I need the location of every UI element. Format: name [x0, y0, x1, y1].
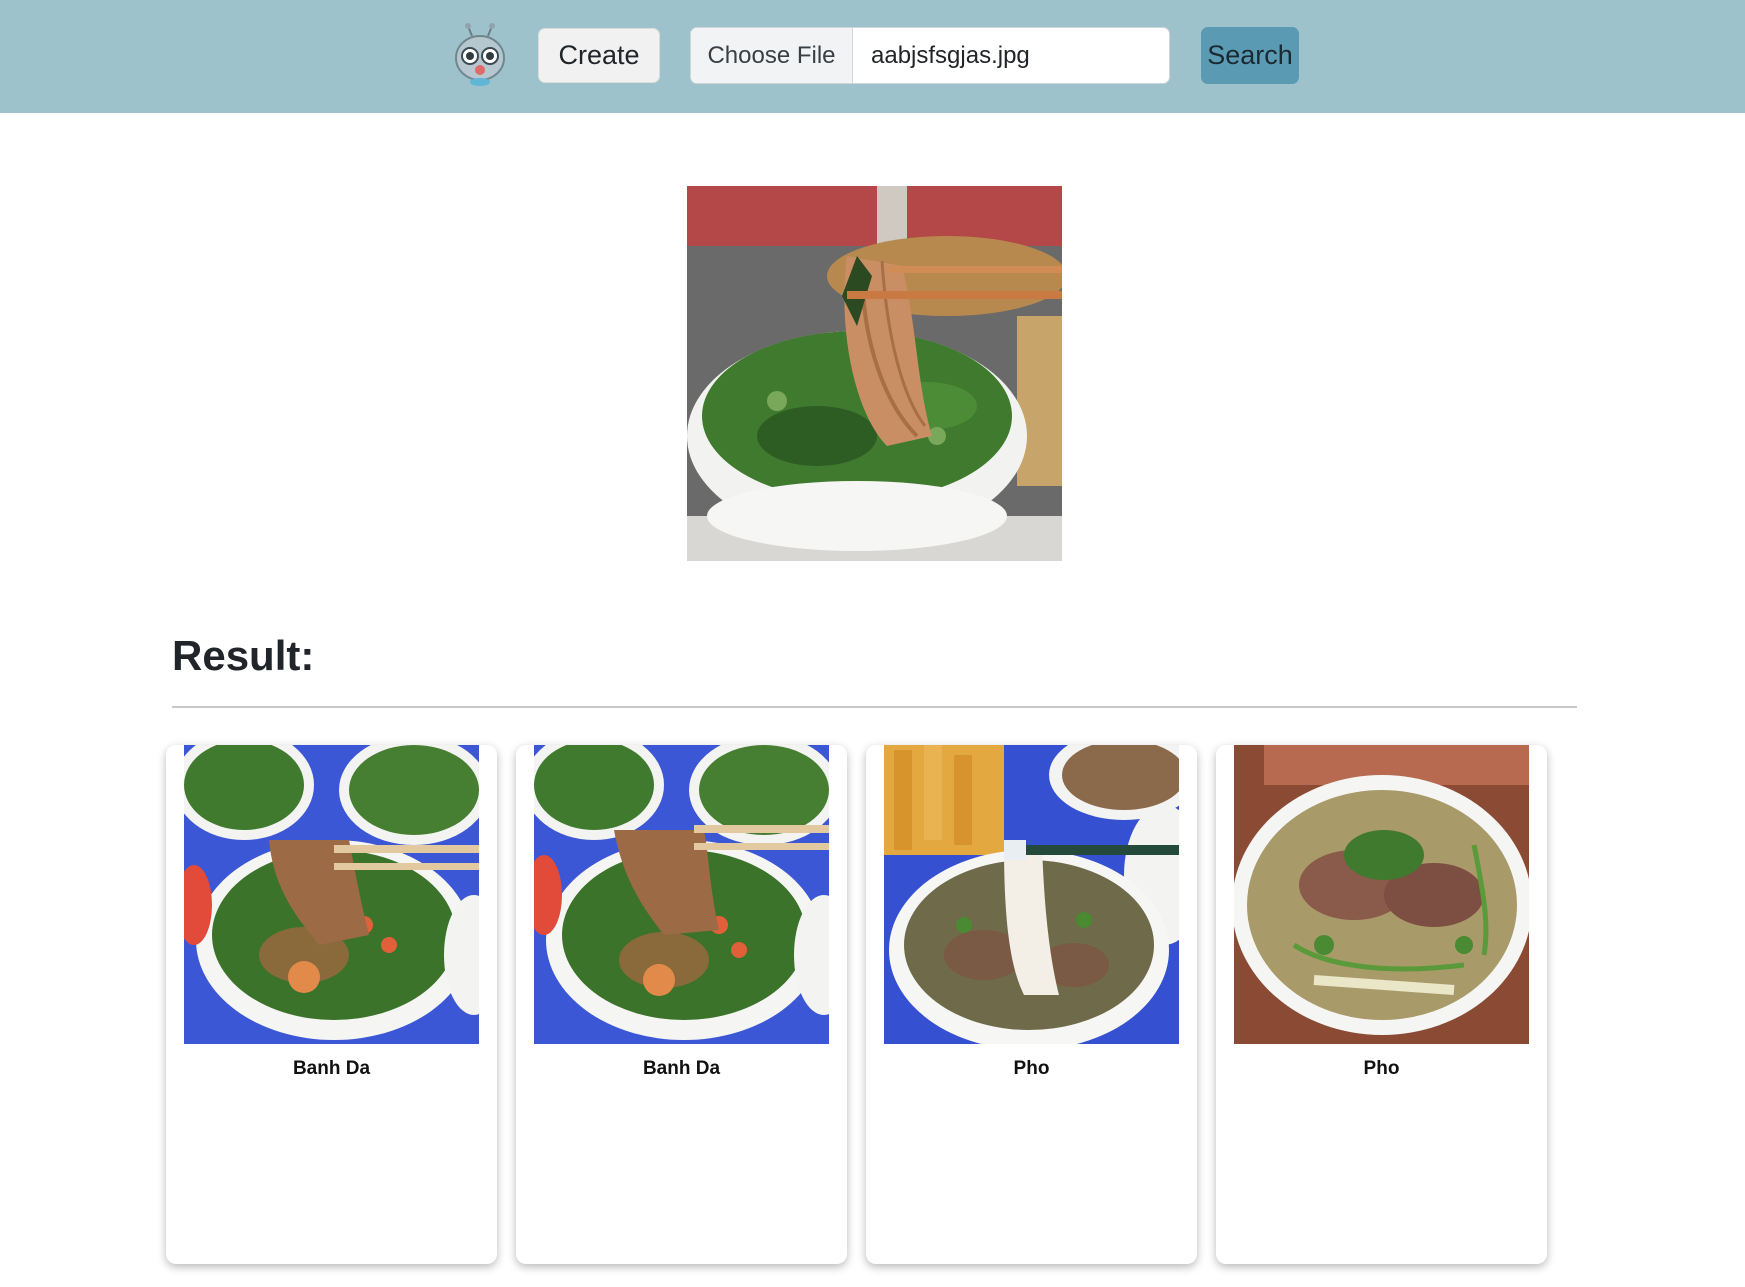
result-image: [184, 745, 479, 1044]
result-label: Banh Da: [642, 1058, 721, 1079]
result-label: Banh Da: [292, 1058, 371, 1079]
file-name-text: aabjsfsgjas.jpg: [871, 41, 1030, 69]
result-image: [1234, 745, 1529, 1044]
result-image: [884, 745, 1179, 1044]
robot-logo-icon[interactable]: [448, 22, 512, 88]
choose-file-button[interactable]: Choose File: [691, 28, 853, 83]
result-image: [534, 745, 829, 1044]
result-card-banh-da-1[interactable]: Banh Da: [166, 745, 497, 1264]
result-card-pho-1[interactable]: Pho: [866, 745, 1197, 1264]
result-card-banh-da-2[interactable]: Banh Da: [516, 745, 847, 1264]
result-label: Pho: [1363, 1058, 1400, 1079]
result-label: Pho: [1013, 1058, 1050, 1079]
query-image: [687, 186, 1062, 561]
file-input[interactable]: Choose File aabjsfsgjas.jpg: [690, 27, 1170, 84]
result-divider: [172, 706, 1577, 708]
result-heading: Result:: [172, 632, 315, 679]
search-button[interactable]: Search: [1201, 27, 1299, 84]
create-button[interactable]: Create: [538, 28, 660, 83]
navbar: Create Choose File aabjsfsgjas.jpg Searc…: [0, 0, 1745, 113]
result-card-pho-2[interactable]: Pho: [1216, 745, 1547, 1264]
